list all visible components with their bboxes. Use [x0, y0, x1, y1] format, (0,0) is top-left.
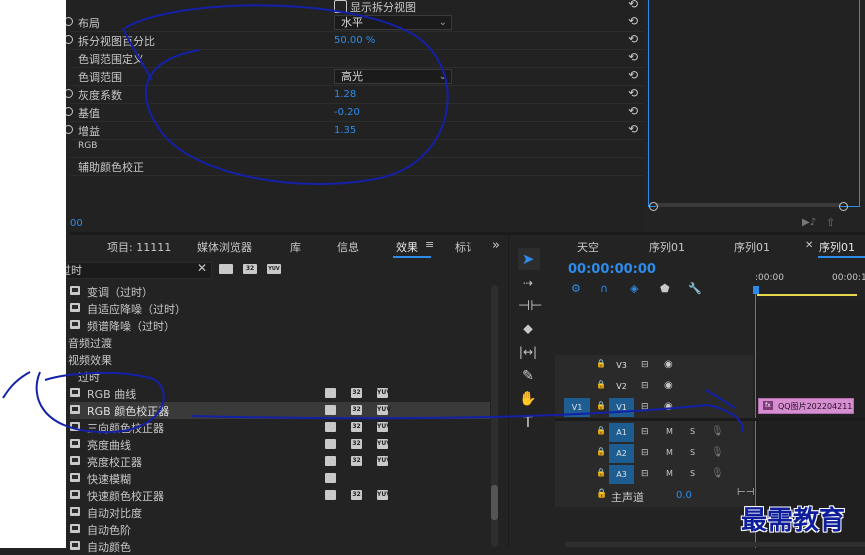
annotation-overlay — [2, 4, 744, 434]
annotation-tick — [122, 27, 153, 81]
watermark: 最需教育 — [741, 506, 846, 536]
annotation-arrow-line — [191, 403, 744, 433]
annotation-ellipse-top — [124, 4, 449, 185]
annotation-ellipse-bottom — [35, 371, 165, 434]
annotation-left-hook — [2, 371, 31, 399]
